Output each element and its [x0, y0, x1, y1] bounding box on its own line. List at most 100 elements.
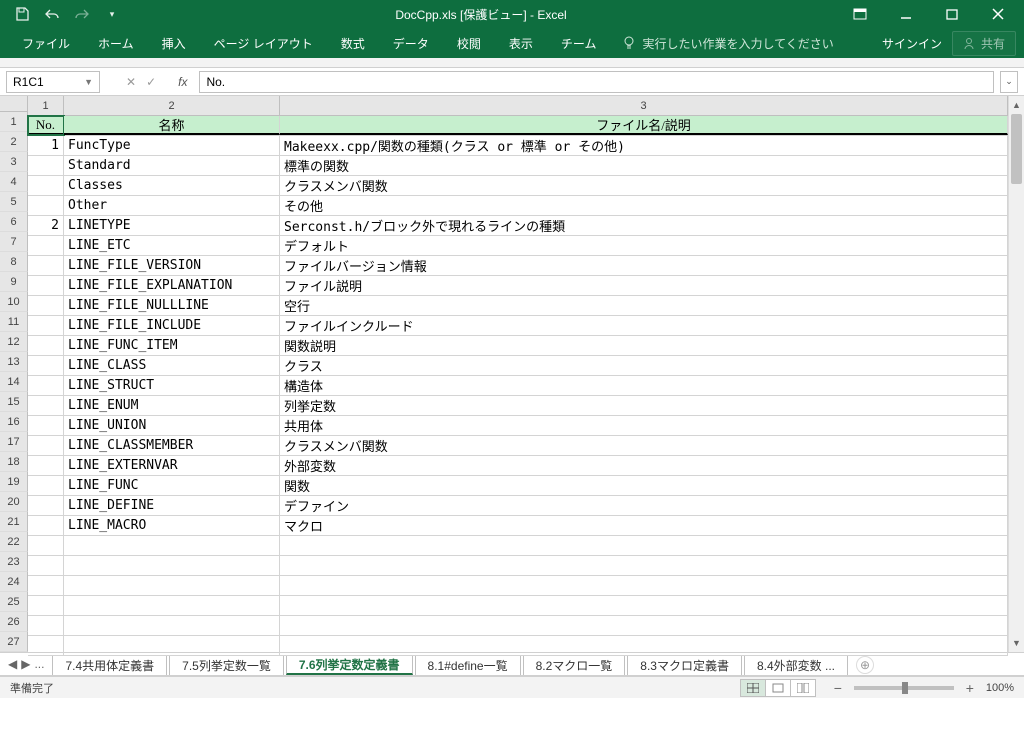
cell[interactable]: [28, 576, 64, 595]
cell[interactable]: [28, 256, 64, 275]
sheet-nav-prev[interactable]: ◀: [8, 657, 17, 671]
cell[interactable]: ファイル説明: [280, 276, 1008, 295]
cell[interactable]: LINE_FILE_NULLLINE: [64, 296, 280, 315]
tab-home[interactable]: ホーム: [84, 28, 148, 58]
cell[interactable]: [28, 516, 64, 535]
ribbon-display-button[interactable]: [838, 0, 882, 28]
header-desc[interactable]: ファイル名/説明: [280, 116, 1008, 135]
cell[interactable]: Standard: [64, 156, 280, 175]
header-no[interactable]: No.: [28, 116, 64, 135]
cell[interactable]: [28, 356, 64, 375]
row-header[interactable]: 8: [0, 252, 28, 272]
cell[interactable]: [28, 276, 64, 295]
share-button[interactable]: 共有: [952, 31, 1016, 56]
row-header[interactable]: 11: [0, 312, 28, 332]
row-header[interactable]: 12: [0, 332, 28, 352]
cell[interactable]: [28, 556, 64, 575]
vertical-scrollbar[interactable]: ▲ ▼: [1008, 96, 1024, 652]
cell[interactable]: [28, 376, 64, 395]
row-header[interactable]: 13: [0, 352, 28, 372]
cell[interactable]: マクロ: [280, 516, 1008, 535]
cell[interactable]: [64, 536, 280, 555]
enter-icon[interactable]: ✓: [146, 75, 156, 89]
fx-icon[interactable]: fx: [172, 75, 193, 89]
cell[interactable]: 2: [28, 216, 64, 235]
cell[interactable]: LINE_UNION: [64, 416, 280, 435]
formula-expand-button[interactable]: ⌄: [1000, 71, 1018, 93]
cell[interactable]: クラスメンバ関数: [280, 176, 1008, 195]
cell[interactable]: 関数説明: [280, 336, 1008, 355]
redo-button[interactable]: [70, 2, 94, 26]
cell[interactable]: LINE_FILE_EXPLANATION: [64, 276, 280, 295]
cell[interactable]: 構造体: [280, 376, 1008, 395]
row-header[interactable]: 15: [0, 392, 28, 412]
cell[interactable]: [28, 156, 64, 175]
row-header[interactable]: 22: [0, 532, 28, 552]
cell[interactable]: Classes: [64, 176, 280, 195]
cell[interactable]: [280, 556, 1008, 575]
view-page-layout-button[interactable]: [765, 679, 791, 697]
cancel-icon[interactable]: ✕: [126, 75, 136, 89]
cell[interactable]: [28, 476, 64, 495]
cell[interactable]: [28, 336, 64, 355]
col-header[interactable]: 1: [28, 96, 64, 115]
row-header[interactable]: 20: [0, 492, 28, 512]
cell[interactable]: [280, 616, 1008, 635]
tab-team[interactable]: チーム: [547, 28, 611, 58]
minimize-button[interactable]: [884, 0, 928, 28]
sheet-tab[interactable]: 8.4外部変数 ...: [744, 655, 848, 675]
cell[interactable]: LINE_ETC: [64, 236, 280, 255]
row-header[interactable]: 21: [0, 512, 28, 532]
maximize-button[interactable]: [930, 0, 974, 28]
col-header[interactable]: 3: [280, 96, 1008, 115]
cell[interactable]: LINETYPE: [64, 216, 280, 235]
cell[interactable]: その他: [280, 196, 1008, 215]
cell[interactable]: [64, 596, 280, 615]
row-header[interactable]: 18: [0, 452, 28, 472]
new-sheet-button[interactable]: ⊕: [856, 656, 874, 674]
close-button[interactable]: [976, 0, 1020, 28]
formula-input[interactable]: No.: [199, 71, 994, 93]
cell[interactable]: [28, 636, 64, 655]
cell[interactable]: [28, 316, 64, 335]
cell[interactable]: [28, 396, 64, 415]
cell[interactable]: [28, 536, 64, 555]
row-header[interactable]: 1: [0, 112, 28, 132]
row-header[interactable]: 10: [0, 292, 28, 312]
select-all-corner[interactable]: [0, 96, 28, 112]
cell[interactable]: クラス: [280, 356, 1008, 375]
cell[interactable]: LINE_FUNC: [64, 476, 280, 495]
cell[interactable]: Makeexx.cpp/関数の種類(クラス or 標準 or その他): [280, 136, 1008, 155]
sheet-tab[interactable]: 8.2マクロ一覧: [523, 655, 626, 675]
row-header[interactable]: 6: [0, 212, 28, 232]
grid-body[interactable]: No.名称ファイル名/説明1FuncTypeMakeexx.cpp/関数の種類(…: [28, 116, 1008, 656]
cell[interactable]: 列挙定数: [280, 396, 1008, 415]
qat-customize[interactable]: ▾: [100, 2, 124, 26]
sheet-tab[interactable]: 8.1#define一覧: [415, 655, 521, 675]
row-header[interactable]: 17: [0, 432, 28, 452]
view-normal-button[interactable]: [740, 679, 766, 697]
cell[interactable]: LINE_DEFINE: [64, 496, 280, 515]
cell[interactable]: LINE_FUNC_ITEM: [64, 336, 280, 355]
sheet-tab[interactable]: 8.3マクロ定義書: [627, 655, 742, 675]
cell[interactable]: 外部変数: [280, 456, 1008, 475]
cell[interactable]: [28, 596, 64, 615]
tab-file[interactable]: ファイル: [8, 28, 84, 58]
row-header[interactable]: 16: [0, 412, 28, 432]
cell[interactable]: [64, 576, 280, 595]
tab-page-layout[interactable]: ページ レイアウト: [200, 28, 327, 58]
zoom-slider[interactable]: [854, 686, 954, 690]
header-name[interactable]: 名称: [64, 116, 280, 135]
cell[interactable]: [28, 176, 64, 195]
tab-view[interactable]: 表示: [495, 28, 547, 58]
cell[interactable]: LINE_CLASS: [64, 356, 280, 375]
row-header[interactable]: 26: [0, 612, 28, 632]
row-header[interactable]: 4: [0, 172, 28, 192]
cell[interactable]: [64, 636, 280, 655]
cell[interactable]: [280, 596, 1008, 615]
row-header[interactable]: 27: [0, 632, 28, 652]
cell[interactable]: [28, 196, 64, 215]
tab-formulas[interactable]: 数式: [327, 28, 379, 58]
sheet-nav-more[interactable]: ...: [34, 657, 44, 671]
cell[interactable]: [28, 496, 64, 515]
